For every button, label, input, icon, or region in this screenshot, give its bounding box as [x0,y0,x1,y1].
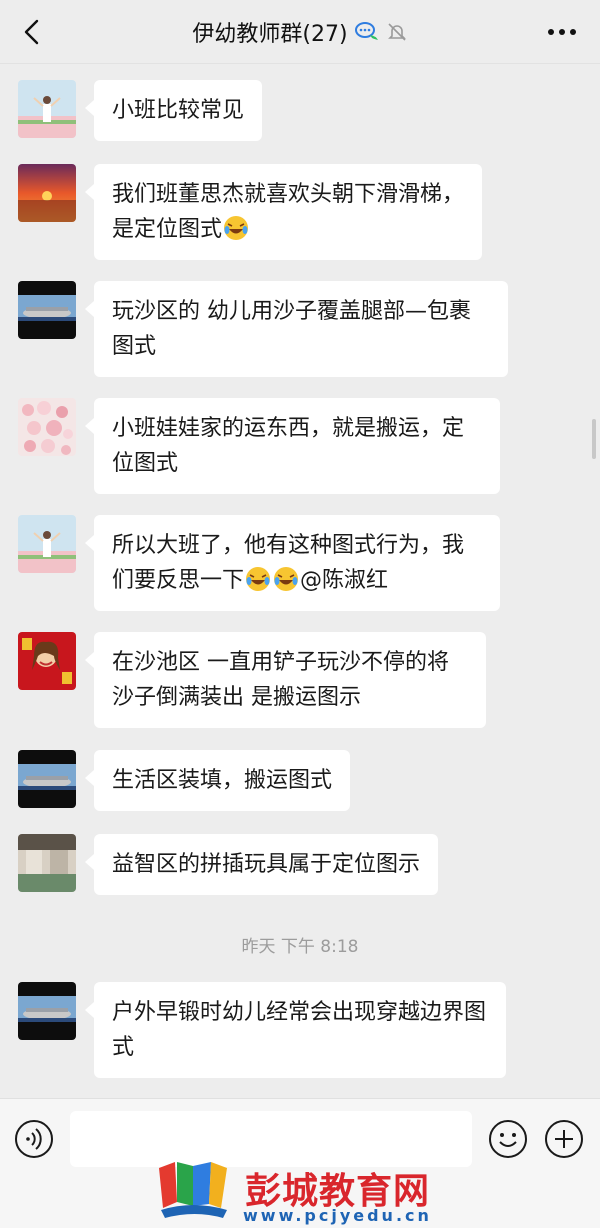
avatar[interactable] [18,80,76,138]
mention-text[interactable]: @陈淑红 [300,568,388,593]
message-text: 益智区的拼插玩具属于定位图示 [112,852,421,877]
laugh-cry-emoji-icon [246,567,271,591]
message-text: 在沙池区 一直用铲子玩沙不停的将沙子倒满装出 是搬运图示 [112,650,449,710]
more-button[interactable] [544,18,580,46]
avatar[interactable] [18,164,76,222]
message-text: 小班比较常见 [112,98,245,123]
watermark-url: www.pcjyedu.cn [243,1206,432,1225]
page-title: 伊幼教师群(27) [192,22,348,47]
avatar[interactable] [18,515,76,573]
title-wrap: 伊幼教师群(27) [0,0,600,64]
message-bubble[interactable]: 小班娃娃家的运东西，就是搬运，定位图式 [85,398,500,494]
avatar[interactable] [18,281,76,339]
watermark: 彭城教育网 www.pcjyedu.cn [155,1158,455,1225]
laugh-cry-emoji-icon [224,216,249,240]
chat-area[interactable]: 小班比较常见 我们班董思杰就喜欢头朝下滑滑梯，是定位图式 玩沙区的 幼儿用沙子覆… [0,64,600,1098]
avatar[interactable] [18,750,76,808]
message-bubble[interactable]: 我们班董思杰就喜欢头朝下滑滑梯，是定位图式 [85,164,482,260]
laugh-cry-emoji-icon [274,567,299,591]
smiley-icon [489,1120,527,1158]
message-text: 我们班董思杰就喜欢头朝下滑滑梯，是定位图式 [112,182,465,242]
message-bubble[interactable]: 玩沙区的 幼儿用沙子覆盖腿部—包裹图式 [85,281,508,377]
message-text: 生活区装填，搬运图式 [112,768,333,793]
scrollbar[interactable] [592,419,596,459]
voice-button[interactable] [14,1119,54,1159]
watermark-logo-icon [159,1162,227,1218]
message-text: 玩沙区的 幼儿用沙子覆盖腿部—包裹图式 [112,299,471,359]
chat-bubbles-icon [354,21,380,43]
message-bubble[interactable]: 小班比较常见 [84,80,263,141]
more-actions-button[interactable] [544,1119,584,1159]
avatar[interactable] [18,398,76,456]
avatar[interactable] [18,982,76,1040]
chat-header: 伊幼教师群(27) [0,0,600,64]
message-bubble[interactable]: 户外早锻时幼儿经常会出现穿越边界图式 [85,982,506,1078]
message-bubble[interactable]: 生活区装填，搬运图式 [84,750,351,811]
message-text: 户外早锻时幼儿经常会出现穿越边界图式 [112,1000,487,1060]
mute-bell-icon [386,21,408,43]
voice-icon [15,1120,53,1158]
message-bubble[interactable]: 益智区的拼插玩具属于定位图示 [84,834,439,895]
avatar[interactable] [18,632,76,690]
message-bubble[interactable]: 所以大班了，他有这种图式行为，我们要反思一下 @陈淑红 [85,515,500,611]
message-bubble[interactable]: 在沙池区 一直用铲子玩沙不停的将沙子倒满装出 是搬运图示 [85,632,486,728]
more-dots-icon [548,29,576,35]
message-text: 小班娃娃家的运东西，就是搬运，定位图式 [112,416,465,476]
avatar[interactable] [18,834,76,892]
timestamp: 昨天 下午 8:18 [241,937,359,957]
plus-icon [545,1120,583,1158]
emoji-button[interactable] [488,1119,528,1159]
